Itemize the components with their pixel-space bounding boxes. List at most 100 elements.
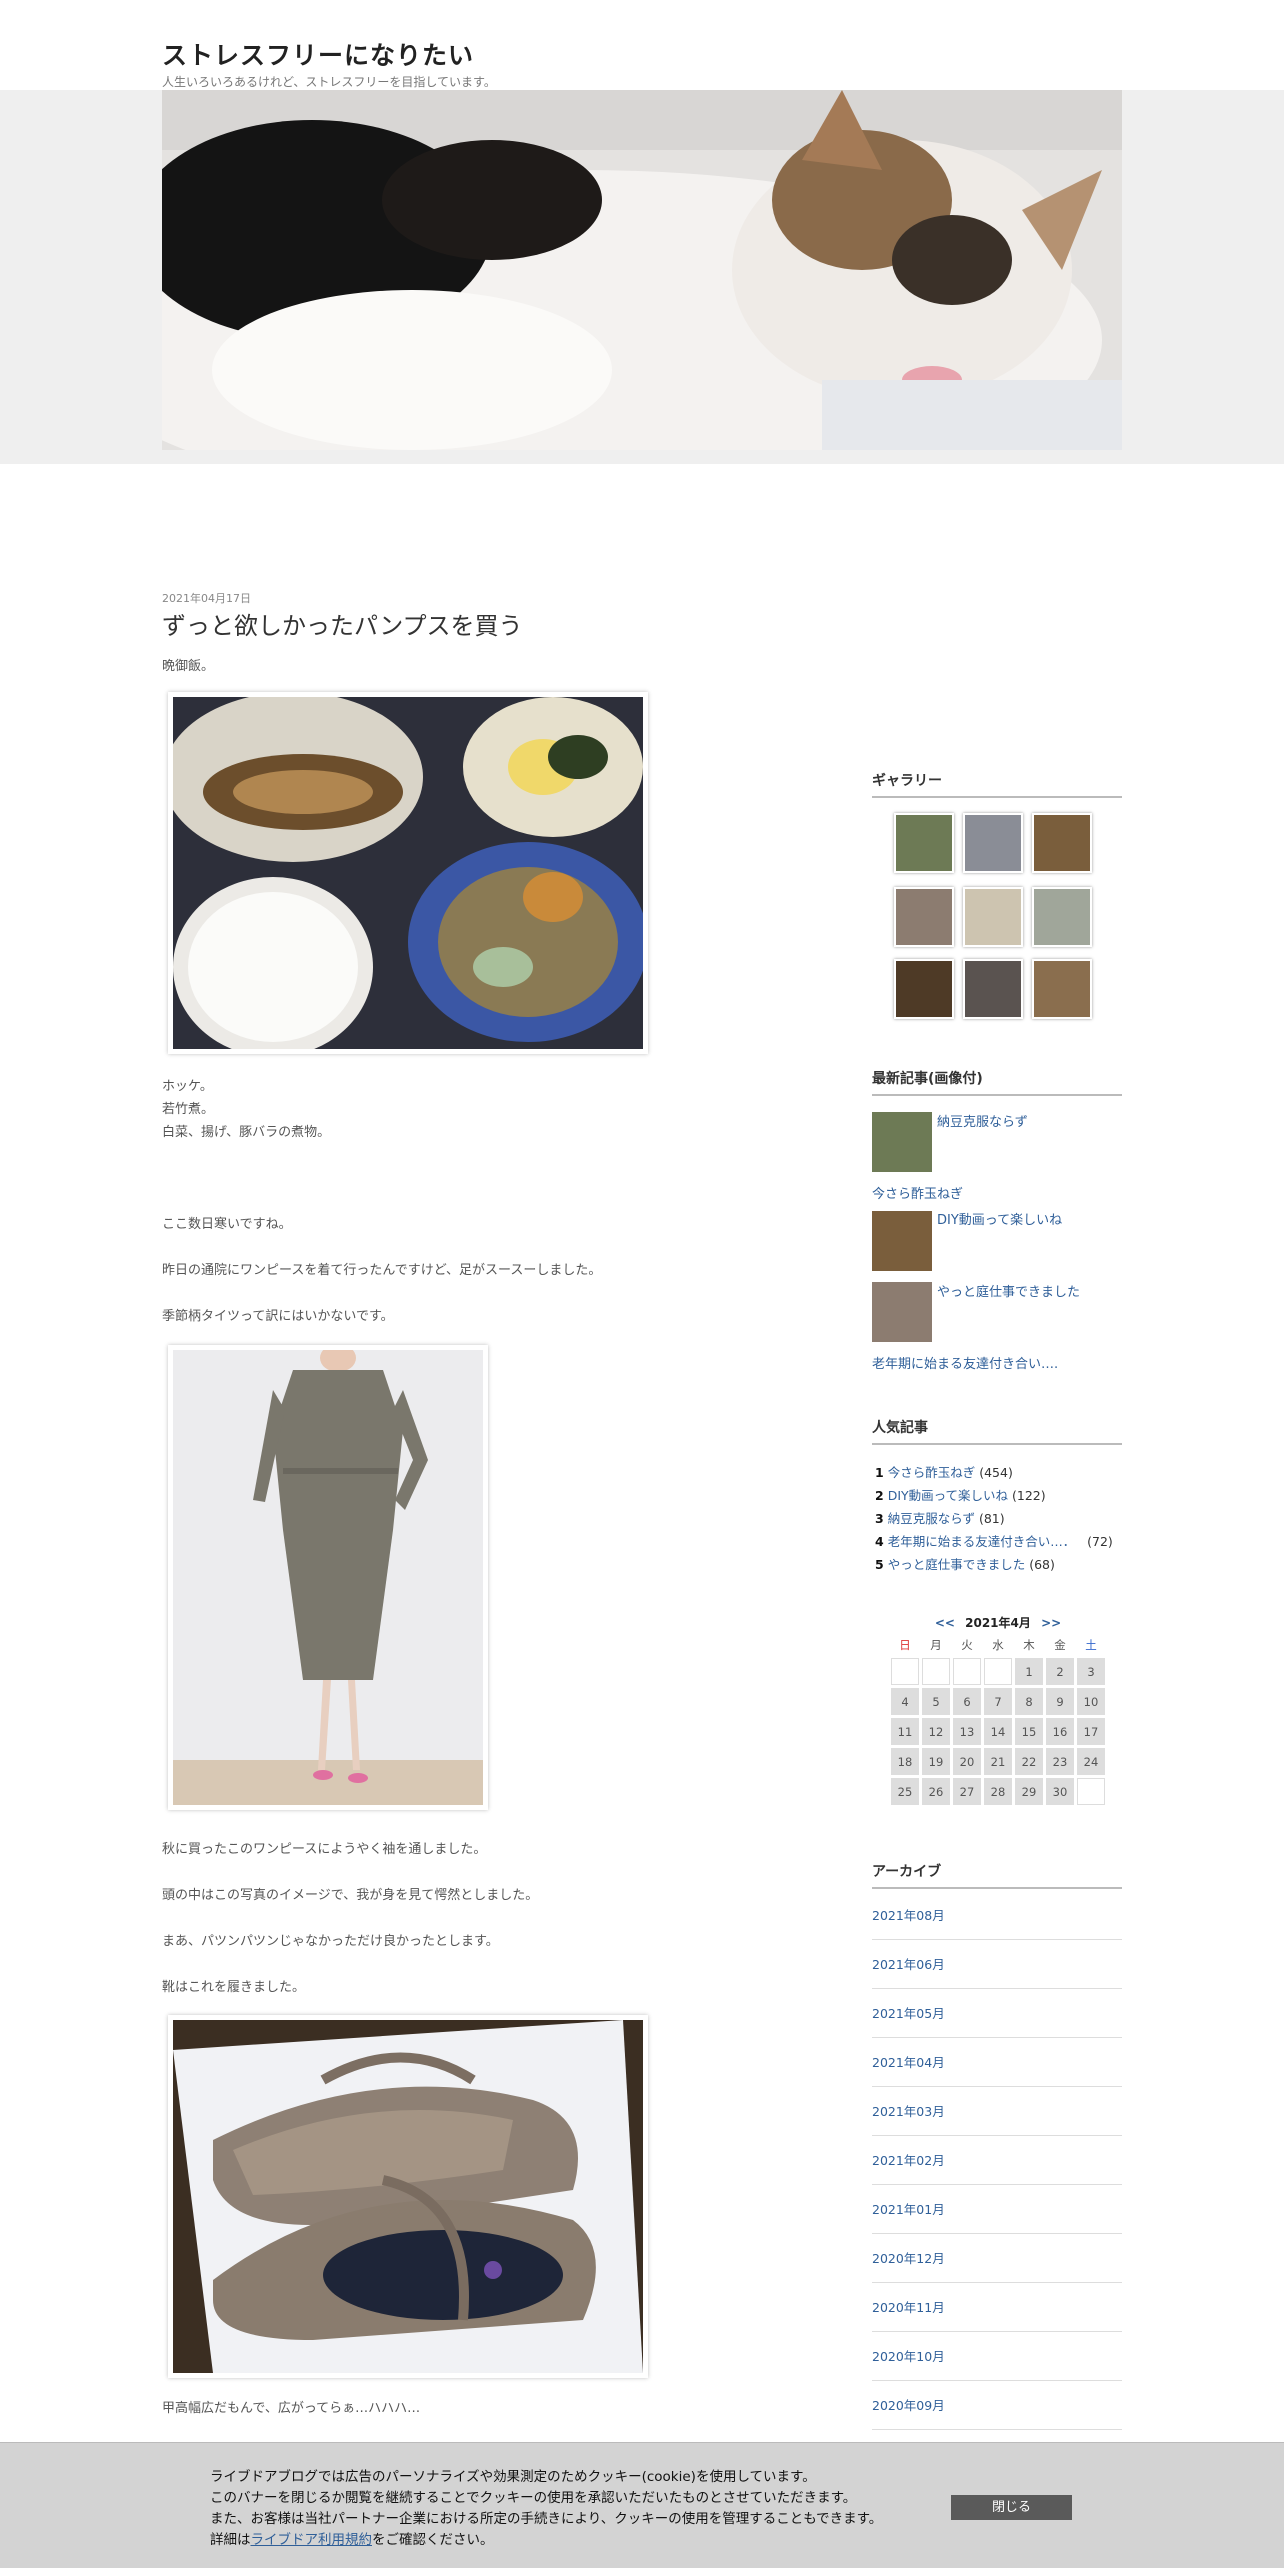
popular-rank: 2 bbox=[875, 1488, 884, 1503]
archive-link[interactable]: 2021年04月 bbox=[872, 2055, 945, 2070]
post-paragraph: ここ数日寒いですね。 bbox=[162, 1217, 292, 1232]
cookie-line: また、お客様は当社パートナー企業における所定の手続きにより、クッキーの使用を管理… bbox=[210, 2511, 883, 2527]
cookie-line: このバナーを閉じるか閲覧を継続することでクッキーの使用を承認いただいたものとさせ… bbox=[210, 2490, 857, 2506]
gallery-thumb[interactable] bbox=[1032, 959, 1092, 1019]
calendar-weekday: 土 bbox=[1085, 1638, 1097, 1652]
gallery-thumb[interactable] bbox=[963, 813, 1023, 873]
calendar-weekday: 金 bbox=[1054, 1638, 1066, 1652]
gallery-thumb[interactable] bbox=[894, 813, 954, 873]
calendar-day: 9 bbox=[1046, 1688, 1074, 1715]
cookie-banner: ライブドアブログでは広告のパーソナライズや効果測定のためクッキー(cookie)… bbox=[0, 2442, 1284, 2568]
site-description: 人生いろいろあるけれど、ストレスフリーを目指しています。 bbox=[162, 75, 496, 89]
dinner-photo[interactable] bbox=[168, 692, 648, 1054]
calendar-prev-link[interactable]: << bbox=[935, 1616, 955, 1630]
post-paragraph: ホッケ。 bbox=[162, 1079, 213, 1094]
calendar-next-link[interactable]: >> bbox=[1041, 1616, 1061, 1630]
popular-link[interactable]: やっと庭仕事できました bbox=[888, 1557, 1026, 1572]
gallery-thumb[interactable] bbox=[894, 959, 954, 1019]
calendar-day: 8 bbox=[1015, 1688, 1043, 1715]
latest-link[interactable]: 今さら酢玉ねぎ bbox=[872, 1183, 963, 1202]
archive-link[interactable]: 2021年03月 bbox=[872, 2104, 945, 2119]
gallery-thumb[interactable] bbox=[963, 959, 1023, 1019]
calendar-weekday: 日 bbox=[899, 1638, 911, 1652]
latest-thumb[interactable] bbox=[872, 1112, 932, 1172]
calendar-day: 24 bbox=[1077, 1748, 1105, 1775]
calendar: << 2021年4月 >> 日月火水木金土 1 2 3 4 5 6 7 8 9 10 11 12 13 14… bbox=[888, 1614, 1108, 1805]
cookie-line: 詳細はライブドア利用規約をご確認ください。 bbox=[210, 2530, 882, 2551]
archive-link[interactable]: 2020年12月 bbox=[872, 2251, 945, 2266]
post-paragraph: 白菜、揚げ、豚バラの煮物。 bbox=[162, 1125, 331, 1140]
popular-link[interactable]: 納豆克服ならず bbox=[888, 1511, 975, 1526]
calendar-day: 21 bbox=[984, 1748, 1012, 1775]
calendar-empty-cell bbox=[1077, 1778, 1105, 1805]
popular-link[interactable]: 今さら酢玉ねぎ bbox=[888, 1465, 976, 1480]
popular-count: (454) bbox=[979, 1465, 1013, 1480]
gallery-thumb[interactable] bbox=[963, 887, 1023, 947]
latest-link[interactable]: DIY動画って楽しいね bbox=[937, 1209, 1062, 1228]
latest-link[interactable]: 老年期に始まる友達付き合い…. bbox=[872, 1353, 1058, 1372]
popular-rank: 4 bbox=[875, 1534, 884, 1549]
post-paragraph: 季節柄タイツって訳にはいかないです。 bbox=[162, 1309, 394, 1324]
archive-link[interactable]: 2021年05月 bbox=[872, 2006, 945, 2021]
post-paragraph: 晩御飯。 bbox=[162, 659, 215, 674]
calendar-day: 22 bbox=[1015, 1748, 1043, 1775]
archive-link[interactable]: 2021年01月 bbox=[872, 2202, 945, 2217]
archive-link[interactable]: 2020年10月 bbox=[872, 2349, 945, 2364]
shoes-photo[interactable] bbox=[168, 2015, 648, 2378]
popular-rank: 5 bbox=[875, 1557, 884, 1572]
latest-thumb[interactable] bbox=[872, 1211, 932, 1271]
archive-item: 2021年04月 bbox=[872, 2038, 1122, 2087]
calendar-day: 2 bbox=[1046, 1658, 1074, 1685]
close-button[interactable]: 閉じる bbox=[951, 2495, 1072, 2520]
calendar-day: 7 bbox=[984, 1688, 1012, 1715]
post-title[interactable]: ずっと欲しかったパンプスを買う bbox=[162, 606, 522, 641]
calendar-day: 12 bbox=[922, 1718, 950, 1745]
calendar-weekday: 木 bbox=[1023, 1638, 1035, 1652]
terms-link[interactable]: ライブドア利用規約 bbox=[251, 2532, 373, 2548]
calendar-day: 13 bbox=[953, 1718, 981, 1745]
calendar-weekday: 月 bbox=[930, 1638, 942, 1652]
calendar-day: 28 bbox=[984, 1778, 1012, 1805]
archive-item: 2021年02月 bbox=[872, 2136, 1122, 2185]
archive-item: 2021年05月 bbox=[872, 1989, 1122, 2038]
calendar-day: 3 bbox=[1077, 1658, 1105, 1685]
calendar-day: 18 bbox=[891, 1748, 919, 1775]
latest-link[interactable]: 納豆克服ならず bbox=[937, 1111, 1028, 1130]
calendar-empty-cell bbox=[891, 1658, 919, 1685]
popular-rank: 1 bbox=[875, 1465, 884, 1480]
calendar-day: 26 bbox=[922, 1778, 950, 1805]
archive-link[interactable]: 2021年06月 bbox=[872, 1957, 945, 1972]
archive-item: 2021年03月 bbox=[872, 2087, 1122, 2136]
post-paragraph: 甲高幅広だもんで、広がってらぁ…ハハハ… bbox=[162, 2401, 421, 2416]
post-paragraph: 靴はこれを履きました。 bbox=[162, 1980, 306, 1995]
calendar-day: 11 bbox=[891, 1718, 919, 1745]
site-title[interactable]: ストレスフリーになりたい bbox=[162, 36, 474, 72]
popular-item: 1 今さら酢玉ねぎ (454) bbox=[875, 1462, 1013, 1481]
gallery-thumb[interactable] bbox=[1032, 887, 1092, 947]
gallery-thumb[interactable] bbox=[1032, 813, 1092, 873]
popular-item: 2 DIY動画って楽しいね (122) bbox=[875, 1485, 1046, 1504]
popular-rank: 3 bbox=[875, 1511, 884, 1526]
archive-item: 2020年12月 bbox=[872, 2234, 1122, 2283]
popular-link[interactable]: 老年期に始まる友達付き合い…． bbox=[888, 1534, 1076, 1549]
calendar-day: 29 bbox=[1015, 1778, 1043, 1805]
archive-item: 2021年01月 bbox=[872, 2185, 1122, 2234]
archive-link[interactable]: 2021年08月 bbox=[872, 1908, 945, 1923]
popular-count: (81) bbox=[978, 1511, 1005, 1526]
header-cat-image bbox=[162, 90, 1122, 450]
calendar-weekday: 火 bbox=[961, 1638, 973, 1652]
gallery-thumb[interactable] bbox=[894, 887, 954, 947]
dress-photo[interactable] bbox=[168, 1345, 488, 1810]
cookie-line: ライブドアブログでは広告のパーソナライズや効果測定のためクッキー(cookie)… bbox=[210, 2469, 816, 2485]
popular-link[interactable]: DIY動画って楽しいね bbox=[888, 1488, 1008, 1503]
archive-link[interactable]: 2020年09月 bbox=[872, 2398, 945, 2413]
calendar-day: 15 bbox=[1015, 1718, 1043, 1745]
latest-link[interactable]: やっと庭仕事できました bbox=[937, 1281, 1080, 1300]
latest-thumb[interactable] bbox=[872, 1282, 932, 1342]
archive-link[interactable]: 2021年02月 bbox=[872, 2153, 945, 2168]
post-paragraph: 秋に買ったこのワンピースにようやく袖を通しました。 bbox=[162, 1842, 487, 1857]
popular-item: 5 やっと庭仕事できました (68) bbox=[875, 1554, 1055, 1573]
archive-link[interactable]: 2020年11月 bbox=[872, 2300, 945, 2315]
popular-item: 4 老年期に始まる友達付き合い…． (72) bbox=[875, 1531, 1113, 1550]
post-paragraph: まあ、パツンパツンじゃなかっただけ良かったとします。 bbox=[162, 1934, 499, 1949]
